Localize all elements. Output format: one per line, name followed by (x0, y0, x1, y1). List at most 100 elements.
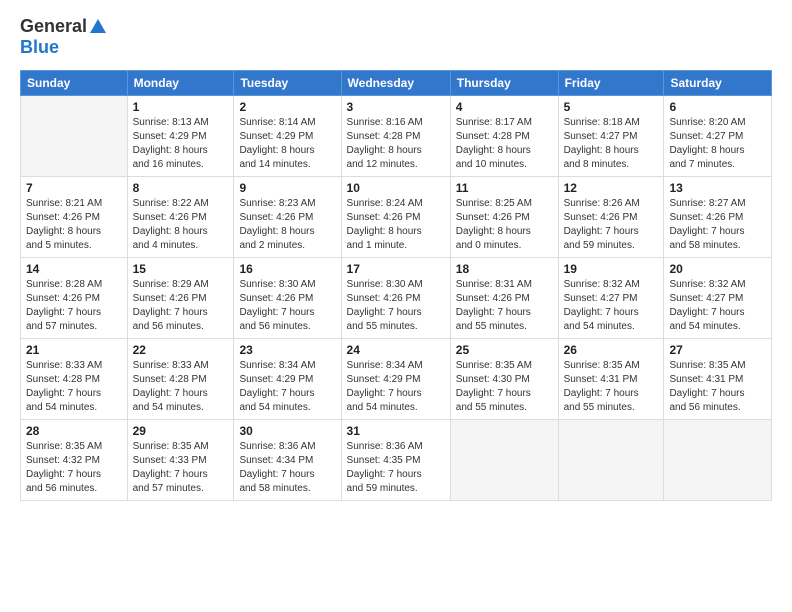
calendar-cell: 28 Sunrise: 8:35 AMSunset: 4:32 PMDayligh… (21, 420, 128, 501)
day-info: Sunrise: 8:21 AMSunset: 4:26 PMDaylight:… (26, 197, 122, 253)
calendar-cell: 21 Sunrise: 8:33 AMSunset: 4:28 PMDayligh… (21, 339, 128, 420)
page: General Blue SundayMondayTuesdayWednesda… (0, 0, 792, 612)
day-number: 20 (669, 262, 766, 276)
day-info: Sunrise: 8:33 AMSunset: 4:28 PMDaylight:… (26, 359, 122, 415)
day-info: Sunrise: 8:36 AMSunset: 4:35 PMDaylight:… (347, 440, 445, 496)
day-info: Sunrise: 8:27 AMSunset: 4:26 PMDaylight:… (669, 197, 766, 253)
day-info: Sunrise: 8:34 AMSunset: 4:29 PMDaylight:… (239, 359, 335, 415)
day-number: 5 (564, 100, 659, 114)
calendar-cell: 26Sunrise: 8:35 AMSunset: 4:31 PMDayligh… (558, 339, 664, 420)
day-number: 25 (456, 343, 553, 357)
day-number: 16 (239, 262, 335, 276)
day-number: 10 (347, 181, 445, 195)
calendar-cell: 22 Sunrise: 8:33 AMSunset: 4:28 PMDayligh… (127, 339, 234, 420)
day-number: 12 (564, 181, 659, 195)
day-info: Sunrise: 8:36 AMSunset: 4:34 PMDaylight:… (239, 440, 335, 496)
calendar-cell (558, 420, 664, 501)
calendar-cell (664, 420, 772, 501)
day-info: Sunrise: 8:17 AMSunset: 4:28 PMDaylight:… (456, 116, 553, 172)
calendar-cell: 14 Sunrise: 8:28 AMSunset: 4:26 PMDayligh… (21, 258, 128, 339)
calendar-cell: 27 Sunrise: 8:35 AMSunset: 4:31 PMDayligh… (664, 339, 772, 420)
day-info: Sunrise: 8:32 AMSunset: 4:27 PMDaylight:… (564, 278, 659, 334)
day-number: 24 (347, 343, 445, 357)
day-info: Sunrise: 8:25 AMSunset: 4:26 PMDaylight:… (456, 197, 553, 253)
col-header-tuesday: Tuesday (234, 71, 341, 96)
day-number: 18 (456, 262, 553, 276)
calendar-week-row: 28 Sunrise: 8:35 AMSunset: 4:32 PMDayligh… (21, 420, 772, 501)
calendar-cell: 30 Sunrise: 8:36 AMSunset: 4:34 PMDayligh… (234, 420, 341, 501)
header: General Blue (20, 16, 772, 58)
day-info: Sunrise: 8:35 AMSunset: 4:30 PMDaylight:… (456, 359, 553, 415)
day-info: Sunrise: 8:35 AMSunset: 4:32 PMDaylight:… (26, 440, 122, 496)
logo-triangle-icon (90, 19, 106, 33)
day-info: Sunrise: 8:35 AMSunset: 4:31 PMDaylight:… (669, 359, 766, 415)
day-number: 8 (133, 181, 229, 195)
day-info: Sunrise: 8:26 AMSunset: 4:26 PMDaylight:… (564, 197, 659, 253)
calendar-cell: 9 Sunrise: 8:23 AMSunset: 4:26 PMDaylight… (234, 177, 341, 258)
calendar-header-row: SundayMondayTuesdayWednesdayThursdayFrid… (21, 71, 772, 96)
day-info: Sunrise: 8:34 AMSunset: 4:29 PMDaylight:… (347, 359, 445, 415)
day-number: 27 (669, 343, 766, 357)
calendar-cell: 20 Sunrise: 8:32 AMSunset: 4:27 PMDayligh… (664, 258, 772, 339)
col-header-monday: Monday (127, 71, 234, 96)
day-info: Sunrise: 8:22 AMSunset: 4:26 PMDaylight:… (133, 197, 229, 253)
calendar-cell: 18 Sunrise: 8:31 AMSunset: 4:26 PMDayligh… (450, 258, 558, 339)
calendar-cell (21, 96, 128, 177)
day-number: 9 (239, 181, 335, 195)
day-info: Sunrise: 8:29 AMSunset: 4:26 PMDaylight:… (133, 278, 229, 334)
day-number: 11 (456, 181, 553, 195)
day-number: 23 (239, 343, 335, 357)
day-info: Sunrise: 8:31 AMSunset: 4:26 PMDaylight:… (456, 278, 553, 334)
day-number: 1 (133, 100, 229, 114)
day-number: 28 (26, 424, 122, 438)
calendar-cell: 6Sunrise: 8:20 AMSunset: 4:27 PMDaylight… (664, 96, 772, 177)
day-number: 3 (347, 100, 445, 114)
calendar-cell: 8 Sunrise: 8:22 AMSunset: 4:26 PMDaylight… (127, 177, 234, 258)
day-number: 6 (669, 100, 766, 114)
day-number: 13 (669, 181, 766, 195)
day-number: 2 (239, 100, 335, 114)
day-number: 26 (564, 343, 659, 357)
calendar-cell: 17Sunrise: 8:30 AMSunset: 4:26 PMDayligh… (341, 258, 450, 339)
day-number: 14 (26, 262, 122, 276)
calendar-cell: 19 Sunrise: 8:32 AMSunset: 4:27 PMDayligh… (558, 258, 664, 339)
col-header-friday: Friday (558, 71, 664, 96)
calendar-cell: 7 Sunrise: 8:21 AMSunset: 4:26 PMDaylight… (21, 177, 128, 258)
calendar-week-row: 1 Sunrise: 8:13 AMSunset: 4:29 PMDaylight… (21, 96, 772, 177)
day-number: 29 (133, 424, 229, 438)
day-info: Sunrise: 8:28 AMSunset: 4:26 PMDaylight:… (26, 278, 122, 334)
day-number: 15 (133, 262, 229, 276)
calendar-cell: 15 Sunrise: 8:29 AMSunset: 4:26 PMDayligh… (127, 258, 234, 339)
day-info: Sunrise: 8:30 AMSunset: 4:26 PMDaylight:… (347, 278, 445, 334)
calendar-cell: 10 Sunrise: 8:24 AMSunset: 4:26 PMDayligh… (341, 177, 450, 258)
calendar-table: SundayMondayTuesdayWednesdayThursdayFrid… (20, 70, 772, 501)
calendar-cell: 12 Sunrise: 8:26 AMSunset: 4:26 PMDayligh… (558, 177, 664, 258)
day-info: Sunrise: 8:18 AMSunset: 4:27 PMDaylight:… (564, 116, 659, 172)
calendar-cell: 11 Sunrise: 8:25 AMSunset: 4:26 PMDayligh… (450, 177, 558, 258)
day-info: Sunrise: 8:13 AMSunset: 4:29 PMDaylight:… (133, 116, 229, 172)
calendar-week-row: 21 Sunrise: 8:33 AMSunset: 4:28 PMDayligh… (21, 339, 772, 420)
day-info: Sunrise: 8:33 AMSunset: 4:28 PMDaylight:… (133, 359, 229, 415)
col-header-saturday: Saturday (664, 71, 772, 96)
day-number: 4 (456, 100, 553, 114)
calendar-cell: 13 Sunrise: 8:27 AMSunset: 4:26 PMDayligh… (664, 177, 772, 258)
day-number: 22 (133, 343, 229, 357)
day-info: Sunrise: 8:32 AMSunset: 4:27 PMDaylight:… (669, 278, 766, 334)
calendar-cell: 1 Sunrise: 8:13 AMSunset: 4:29 PMDaylight… (127, 96, 234, 177)
day-number: 31 (347, 424, 445, 438)
day-number: 19 (564, 262, 659, 276)
col-header-sunday: Sunday (21, 71, 128, 96)
calendar-cell: 5 Sunrise: 8:18 AMSunset: 4:27 PMDaylight… (558, 96, 664, 177)
logo: General Blue (20, 16, 107, 58)
calendar-week-row: 14 Sunrise: 8:28 AMSunset: 4:26 PMDayligh… (21, 258, 772, 339)
day-info: Sunrise: 8:16 AMSunset: 4:28 PMDaylight:… (347, 116, 445, 172)
logo-blue: Blue (20, 37, 59, 57)
day-number: 21 (26, 343, 122, 357)
day-number: 30 (239, 424, 335, 438)
day-info: Sunrise: 8:23 AMSunset: 4:26 PMDaylight:… (239, 197, 335, 253)
calendar-cell: 3 Sunrise: 8:16 AMSunset: 4:28 PMDaylight… (341, 96, 450, 177)
calendar-cell (450, 420, 558, 501)
day-number: 7 (26, 181, 122, 195)
calendar-cell: 23 Sunrise: 8:34 AMSunset: 4:29 PMDayligh… (234, 339, 341, 420)
day-info: Sunrise: 8:24 AMSunset: 4:26 PMDaylight:… (347, 197, 445, 253)
